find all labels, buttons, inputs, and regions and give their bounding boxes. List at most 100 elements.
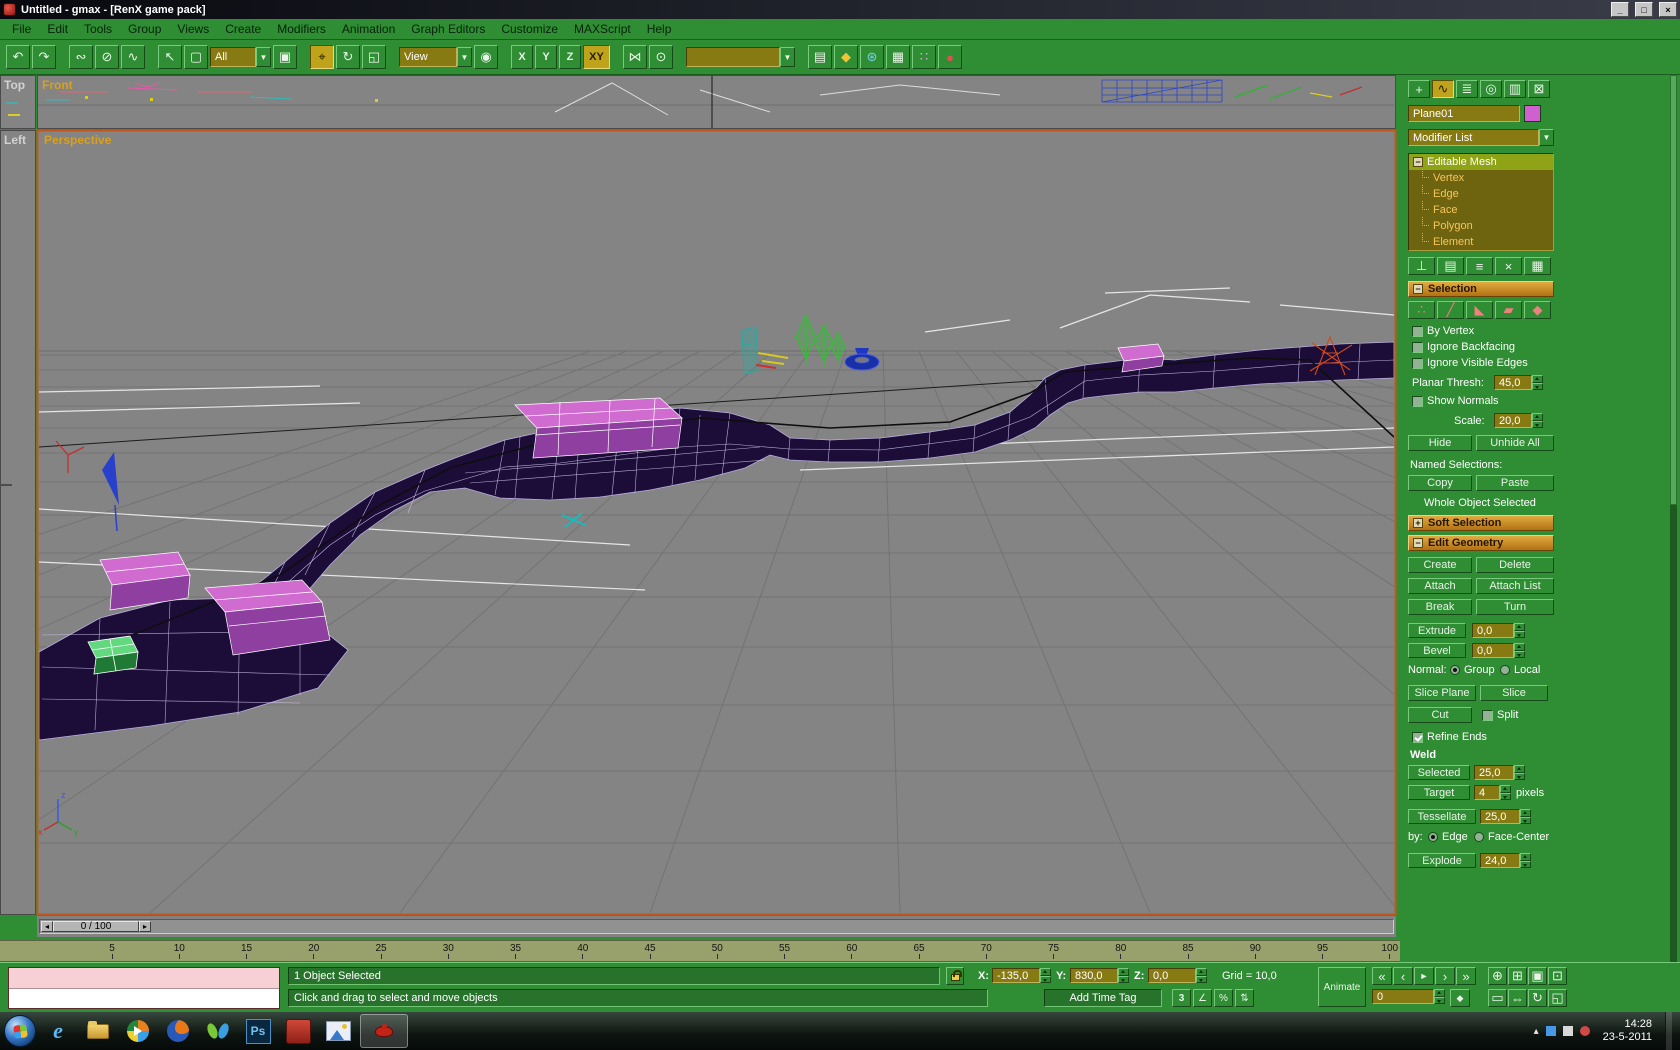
named-selection-dropdown[interactable]: ▼ [686,47,795,67]
taskbar-gmax-button[interactable] [360,1014,408,1048]
edit-geometry-rollout[interactable]: − Edit Geometry [1408,535,1554,551]
taskbar-media-player-button[interactable] [120,1015,156,1047]
menu-item[interactable]: Edit [39,20,76,38]
spinner-arrows[interactable] [1514,623,1525,638]
green-box-mesh[interactable] [88,636,138,674]
normal-group-radio[interactable]: Group [1450,664,1495,676]
taskbar-ie-button[interactable]: e [40,1015,76,1047]
restrict-xy-plane-button[interactable]: XY [583,45,610,69]
tab-motion[interactable]: ◎ [1480,80,1502,98]
selection-rollout[interactable]: − Selection [1408,281,1554,297]
render-type-button[interactable]: ▦ [886,45,910,69]
viewports-canvas[interactable]: x y z [0,75,1400,915]
render-button[interactable]: ● [938,45,962,69]
mirror-button[interactable]: ⋈ [623,45,647,69]
select-and-rotate-button[interactable]: ↻ [336,45,360,69]
tessellate-face-center-radio[interactable]: Face-Center [1474,831,1549,843]
volume-tray-icon[interactable] [1563,1026,1573,1036]
app-icon[interactable] [3,3,16,16]
perspective-viewport-label[interactable]: Perspective [44,133,111,147]
unhide-all-button[interactable]: Unhide All [1476,435,1554,451]
explode-field[interactable]: 24,0 [1480,853,1531,868]
start-button[interactable] [4,1015,36,1047]
select-object-button[interactable]: ↖ [158,45,182,69]
copy-button[interactable]: Copy [1408,475,1472,491]
listener-script-line[interactable] [9,989,279,1009]
pan-button[interactable]: ⇔ [1508,989,1527,1007]
use-center-button[interactable]: ◉ [474,45,498,69]
tab-hierarchy[interactable]: ≣ [1456,80,1478,98]
menu-item[interactable]: MAXScript [566,20,639,38]
attach-list-button[interactable]: Attach List [1476,578,1554,594]
cut-button[interactable]: Cut [1408,707,1472,723]
weld-target-field[interactable]: 4 [1474,785,1511,800]
zoom-button[interactable]: ⊕ [1488,967,1507,985]
left-viewport-label[interactable]: Left [4,133,26,147]
time-slider-track[interactable]: ◂ 0 / 100 ▸ [39,919,1394,934]
tab-modify[interactable]: ∿ [1432,80,1454,98]
scale-field[interactable]: 20,0 [1494,413,1543,428]
angle-snap-toggle[interactable]: ∠ [1193,989,1212,1007]
add-time-tag-button[interactable]: Add Time Tag [1044,989,1162,1007]
title-bar[interactable]: Untitled - gmax - [RenX game pack] _ □ × [0,0,1680,19]
panel-scrollbar[interactable] [1670,75,1677,962]
refine-ends-checkbox[interactable]: Refine Ends [1412,731,1487,743]
sub-object-element-button[interactable]: ◆ [1524,301,1551,319]
select-and-scale-button[interactable]: ◱ [362,45,386,69]
selection-filter-dropdown[interactable]: All ▼ [210,47,271,67]
create-button[interactable]: Create [1408,557,1472,573]
menu-item[interactable]: Animation [334,20,403,38]
taskbar-explorer-button[interactable] [80,1015,116,1047]
normal-local-radio[interactable]: Local [1500,664,1540,676]
animate-button[interactable]: Animate [1318,967,1366,1007]
spinner-arrows[interactable] [1532,375,1543,390]
coordinate-system-dropdown[interactable]: View ▼ [399,47,472,67]
schematic-view-button[interactable]: ⊛ [860,45,884,69]
manipulate-button[interactable]: ⊙ [649,45,673,69]
sub-object-polygon-button[interactable]: ▰ [1495,301,1522,319]
extrude-button[interactable]: Extrude [1408,623,1466,638]
x-coord-field[interactable]: -135,0 [992,968,1051,983]
menu-item[interactable]: Views [169,20,217,38]
tessellate-field[interactable]: 25,0 [1480,809,1531,824]
stack-sub-object-item[interactable]: Polygon [1409,218,1553,234]
select-and-move-button[interactable]: ⌖ [310,45,334,69]
configure-sets-button[interactable]: ▦ [1524,257,1551,275]
time-slider-prev-arrow[interactable]: ◂ [41,921,53,932]
spinner-arrows[interactable] [1514,765,1525,780]
stack-item-editable-mesh[interactable]: − Editable Mesh [1409,154,1553,170]
spinner-arrows[interactable] [1040,968,1051,983]
teal-prop-mesh[interactable] [742,327,758,374]
front-viewport-label[interactable]: Front [42,78,73,92]
network-tray-icon[interactable] [1546,1026,1556,1036]
spinner-arrows[interactable] [1520,853,1531,868]
explode-button[interactable]: Explode [1408,853,1476,868]
spinner-arrows[interactable] [1196,968,1207,983]
ignore-visible-edges-checkbox[interactable]: Ignore Visible Edges [1412,357,1528,369]
spinner-arrows[interactable] [1520,809,1531,824]
menu-item[interactable]: File [4,20,39,38]
sub-object-face-button[interactable]: ◣ [1466,301,1493,319]
slice-button[interactable]: Slice [1480,685,1548,701]
split-checkbox[interactable]: Split [1482,709,1518,721]
collapse-icon[interactable]: − [1413,157,1423,167]
stack-sub-object-item[interactable]: Vertex [1409,170,1553,186]
turn-button[interactable]: Turn [1476,599,1554,615]
show-desktop-button[interactable] [1665,1012,1672,1050]
zoom-extents-all-button[interactable]: ⊡ [1548,967,1567,985]
z-coord-field[interactable]: 0,0 [1148,968,1207,983]
taskbar-red-app-button[interactable] [280,1015,316,1047]
break-button[interactable]: Break [1408,599,1472,615]
stack-sub-object-item[interactable]: Face [1409,202,1553,218]
spinner-arrows[interactable] [1532,413,1543,428]
ignore-backfacing-checkbox[interactable]: Ignore Backfacing [1412,341,1515,353]
go-to-end-button[interactable]: » [1456,967,1476,985]
tab-create[interactable]: + [1408,80,1430,98]
slice-plane-button[interactable]: Slice Plane [1408,685,1476,701]
snap-toggle-3d[interactable]: 3 [1172,989,1191,1007]
alert-tray-icon[interactable] [1580,1026,1590,1036]
sub-object-edge-button[interactable]: ╱ [1437,301,1464,319]
soft-selection-rollout[interactable]: + Soft Selection [1408,515,1554,531]
window-crossing-toggle[interactable]: ▣ [273,45,297,69]
menu-item[interactable]: Modifiers [269,20,334,38]
